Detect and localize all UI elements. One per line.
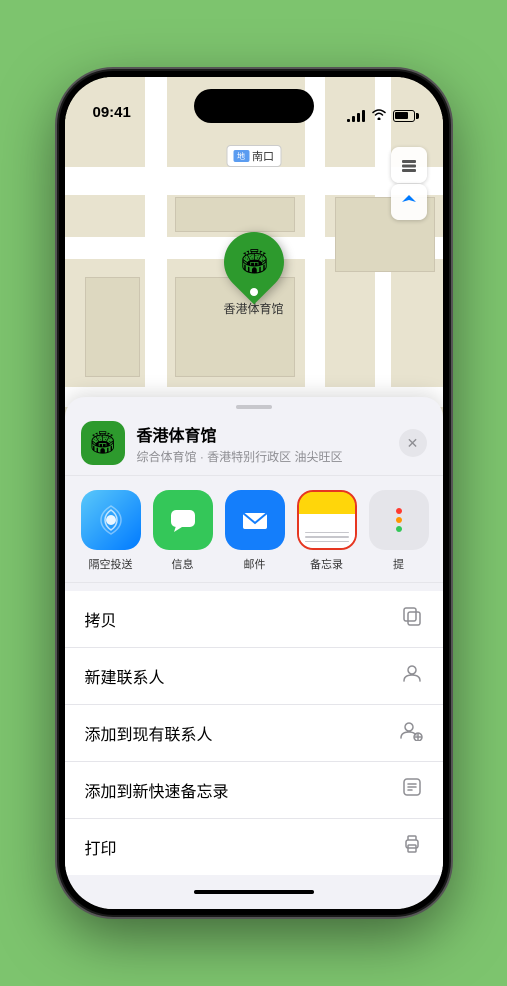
map-label-icon: 地 [233,150,249,162]
more-dot-green [396,526,402,532]
notes-line-2 [305,536,349,538]
venue-header: 🏟 香港体育馆 综合体育馆 · 香港特别行政区 油尖旺区 ✕ [65,409,443,476]
notes-yellow-top [299,492,355,514]
battery-icon [393,110,415,122]
share-row: 隔空投送 信息 [65,476,443,583]
more-dot-red [396,508,402,514]
home-indicator [65,875,443,909]
share-item-more[interactable]: 提 [369,490,429,572]
signal-bar-4 [362,110,365,122]
action-new-contact-label: 新建联系人 [85,664,165,688]
bottom-sheet: 🏟 香港体育馆 综合体育馆 · 香港特别行政区 油尖旺区 ✕ [65,397,443,909]
building-1 [85,277,140,377]
action-copy[interactable]: 拷贝 [65,591,443,648]
more-label: 提 [393,556,404,572]
share-item-airdrop[interactable]: 隔空投送 [81,490,141,572]
action-add-note-label: 添加到新快速备忘录 [85,778,229,802]
venue-description: 综合体育馆 · 香港特别行政区 油尖旺区 [137,448,387,465]
new-contact-icon [401,662,423,690]
location-pin: 🏟 香港体育馆 [223,232,283,317]
action-print-label: 打印 [85,835,117,859]
share-item-mail[interactable]: 邮件 [225,490,285,572]
location-arrow-button[interactable] [391,184,427,220]
notes-line-1 [305,532,349,534]
add-note-icon [401,776,423,804]
more-icon [369,490,429,550]
airdrop-label: 隔空投送 [89,556,133,572]
action-add-existing[interactable]: 添加到现有联系人 [65,705,443,762]
phone-screen: 09:41 [65,77,443,909]
signal-bar-1 [347,119,350,122]
signal-bar-3 [357,113,360,122]
more-dot-orange [396,517,402,523]
battery-fill [395,112,408,119]
airdrop-icon [81,490,141,550]
close-button[interactable]: ✕ [399,429,427,457]
status-time: 09:41 [93,104,131,123]
share-item-message[interactable]: 信息 [153,490,213,572]
status-icons [347,108,415,123]
phone-frame: 09:41 [59,71,449,915]
venue-name: 香港体育馆 [137,422,387,446]
map-layers-button[interactable] [391,147,427,183]
share-item-notes[interactable]: 备忘录 [297,490,357,572]
notes-label: 备忘录 [310,556,343,572]
action-add-existing-label: 添加到现有联系人 [85,721,213,745]
action-copy-label: 拷贝 [85,607,117,631]
signal-icon [347,110,365,122]
action-list: 拷贝 新建联系人 [65,591,443,875]
map-button-group [391,147,427,220]
dynamic-island [194,89,314,123]
add-existing-icon [399,719,423,747]
map-north-label: 地 南口 [226,145,281,167]
notes-lines [305,532,349,543]
building-2 [175,197,295,232]
map-label-text: 南口 [252,148,274,164]
mail-label: 邮件 [244,556,266,572]
more-dots-container [396,508,402,532]
action-new-contact[interactable]: 新建联系人 [65,648,443,705]
pin-shape: 🏟 [223,232,283,292]
action-add-note[interactable]: 添加到新快速备忘录 [65,762,443,819]
message-icon [153,490,213,550]
venue-icon: 🏟 [81,421,125,465]
mail-icon [225,490,285,550]
action-print[interactable]: 打印 [65,819,443,875]
print-icon [401,833,423,861]
notes-icon [297,490,357,550]
wifi-icon [371,108,387,123]
notes-line-3 [305,541,349,543]
pin-inner-icon: 🏟 [238,248,268,277]
message-label: 信息 [172,556,194,572]
signal-bar-2 [352,116,355,122]
pin-dot [249,288,257,296]
copy-icon [401,605,423,633]
home-bar [194,890,314,894]
venue-info: 香港体育馆 综合体育馆 · 香港特别行政区 油尖旺区 [137,422,387,465]
